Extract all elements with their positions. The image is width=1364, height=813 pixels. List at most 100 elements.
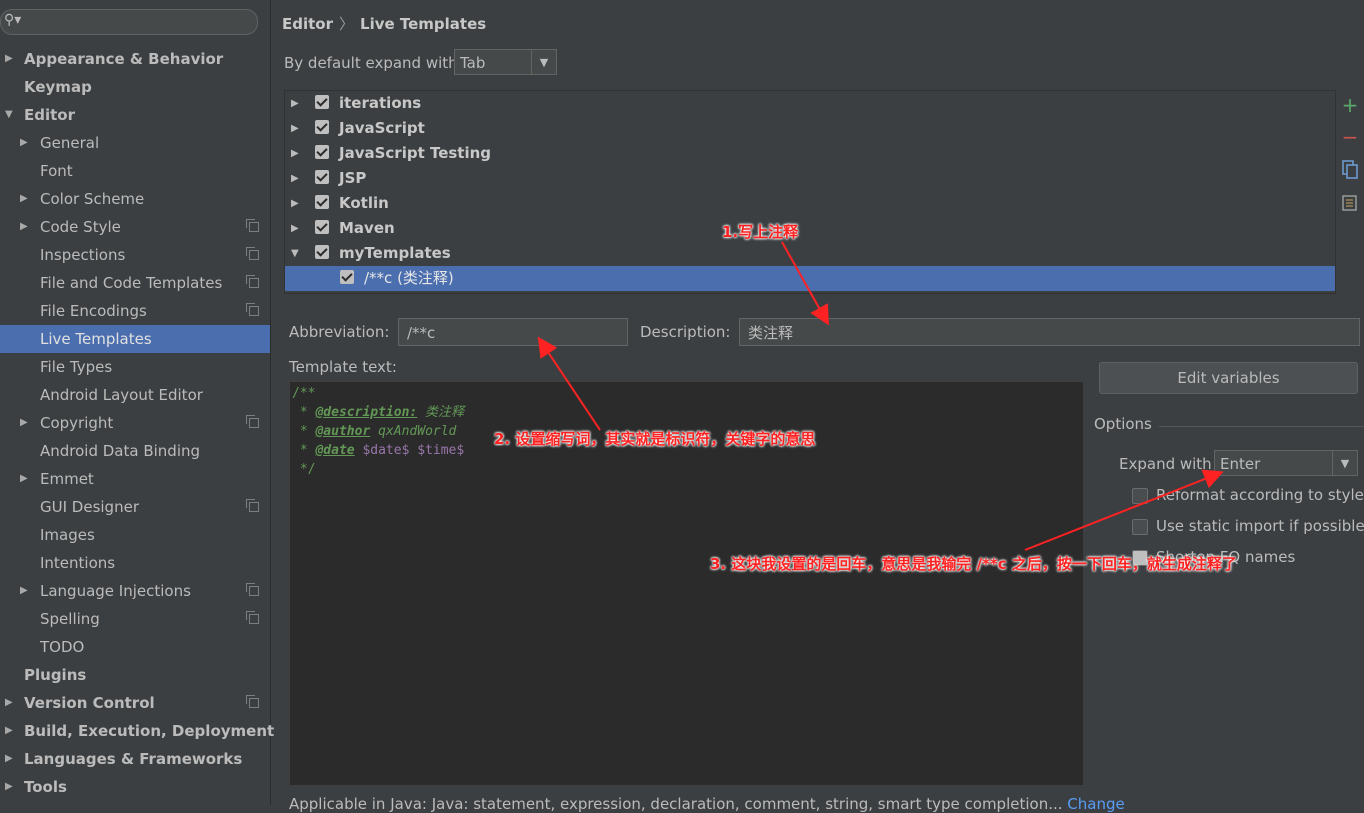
chevron-right-icon[interactable]: ▶ (5, 45, 13, 73)
change-link[interactable]: Change (1067, 795, 1124, 813)
sidebar-item[interactable]: ▶ Appearance & Behavior (0, 45, 270, 73)
sidebar-item[interactable]: Intentions (0, 549, 270, 577)
chevron-right-icon[interactable]: ▶ (5, 773, 13, 801)
code-line: */ (292, 460, 1081, 479)
chevron-down-icon[interactable]: ▼ (5, 101, 13, 129)
template-group-row[interactable]: ▶ Kotlin (285, 191, 1335, 216)
sidebar-item[interactable]: Inspections (0, 241, 270, 269)
sidebar-item[interactable]: File Encodings (0, 297, 270, 325)
sidebar-item[interactable]: ▶ Languages & Frameworks (0, 745, 270, 773)
sidebar-item-label: Live Templates (40, 330, 152, 348)
breadcrumb: Editor 〉 Live Templates (282, 13, 486, 34)
add-template-button[interactable]: + (1338, 93, 1362, 117)
description-input[interactable]: 类注释 (739, 318, 1360, 346)
chevron-right-icon[interactable]: ▶ (20, 409, 28, 437)
template-group-row[interactable]: ▶ JSP (285, 166, 1335, 191)
sidebar-item[interactable]: Live Templates (0, 325, 270, 353)
sidebar-item[interactable]: File Types (0, 353, 270, 381)
annotation-1: 1.写上注释 (722, 223, 799, 241)
sidebar-item-label: Language Injections (40, 582, 191, 600)
sidebar-item[interactable]: Plugins (0, 661, 270, 689)
chevron-right-icon[interactable]: ▶ (20, 185, 28, 213)
javadoc-tag: @author (315, 424, 371, 439)
template-group-row[interactable]: ▶ JavaScript Testing (285, 141, 1335, 166)
template-variable: $time$ (417, 443, 465, 458)
template-group-row[interactable]: ▼ myTemplates (285, 241, 1335, 266)
template-row-label: myTemplates (339, 244, 451, 262)
sidebar-item[interactable]: ▶ Build, Execution, Deployment (0, 717, 274, 745)
chevron-right-icon[interactable]: ▶ (5, 745, 13, 773)
sidebar-item[interactable]: ▶ General (0, 129, 270, 157)
sidebar-item[interactable]: Spelling (0, 605, 270, 633)
template-row[interactable]: /**c (类注释) (285, 266, 1335, 291)
templates-tree[interactable]: ▶ iterations ▶ JavaScript ▶ JavaScript Testin… (284, 90, 1336, 294)
expand-with-select[interactable]: Enter ▼ (1214, 450, 1358, 476)
edit-variables-button[interactable]: Edit variables (1099, 362, 1358, 394)
sidebar-item[interactable]: TODO (0, 633, 270, 661)
sidebar-item[interactable]: ▶ Code Style (0, 213, 270, 241)
chevron-right-icon[interactable]: ▶ (20, 577, 28, 605)
template-row-label: Maven (339, 219, 395, 237)
template-checkbox[interactable] (315, 220, 329, 234)
static-import-checkbox[interactable] (1132, 519, 1148, 535)
sidebar-item[interactable]: ▶ Emmet (0, 465, 270, 493)
static-import-label: Use static import if possible (1156, 517, 1364, 535)
breadcrumb-separator: 〉 (339, 15, 355, 33)
chevron-right-icon[interactable]: ▶ (291, 216, 299, 241)
remove-template-button[interactable]: − (1338, 125, 1362, 149)
sidebar-item[interactable]: File and Code Templates (0, 269, 270, 297)
template-checkbox[interactable] (315, 120, 329, 134)
chevron-right-icon[interactable]: ▶ (291, 141, 299, 166)
template-checkbox[interactable] (315, 145, 329, 159)
copy-template-button[interactable] (1338, 160, 1362, 185)
sidebar-item[interactable]: ▶ Version Control (0, 689, 270, 717)
sidebar-item[interactable]: ▶ Tools (0, 773, 270, 801)
chevron-right-icon[interactable]: ▶ (291, 191, 299, 216)
sidebar-item[interactable]: ▼ Editor (0, 101, 270, 129)
reformat-checkbox[interactable] (1132, 488, 1148, 504)
chevron-right-icon[interactable]: ▶ (291, 116, 299, 141)
annotation-3: 3. 这块我设置的是回车，意思是我输完 /**c 之后，按一下回车，就生成注释了 (710, 555, 1237, 573)
sidebar-item[interactable]: ▶ Color Scheme (0, 185, 270, 213)
chevron-down-icon[interactable]: ▼ (531, 50, 556, 74)
edit-template-button[interactable] (1338, 192, 1362, 216)
template-row-label: JavaScript Testing (339, 144, 492, 162)
chevron-right-icon[interactable]: ▶ (20, 465, 28, 493)
template-group-row[interactable]: ▶ iterations (285, 91, 1335, 116)
sidebar-item[interactable]: Font (0, 157, 270, 185)
template-checkbox[interactable] (340, 270, 354, 284)
search-input[interactable]: ⚲▾ (0, 9, 258, 35)
description-label: Description: (640, 323, 731, 341)
template-group-row[interactable]: ▶ Maven (285, 216, 1335, 241)
sidebar-item-label: Color Scheme (40, 190, 145, 208)
code-comment: */ (292, 462, 316, 477)
search-icon[interactable]: ⚲▾ (4, 12, 21, 28)
sidebar-item[interactable]: ▶ Copyright (0, 409, 270, 437)
tree-scrollbar[interactable] (1335, 256, 1336, 294)
main-panel: Editor 〉 Live Templates By default expand … (271, 0, 1364, 813)
sidebar-item-label: File Types (40, 358, 113, 376)
sidebar-item[interactable]: Android Data Binding (0, 437, 270, 465)
chevron-right-icon[interactable]: ▶ (20, 129, 28, 157)
chevron-right-icon[interactable]: ▶ (20, 213, 28, 241)
chevron-right-icon[interactable]: ▶ (291, 91, 299, 116)
sidebar-item[interactable]: Images (0, 521, 270, 549)
chevron-right-icon[interactable]: ▶ (5, 689, 13, 717)
chevron-down-icon[interactable]: ▼ (291, 241, 299, 266)
sidebar-item-label: Inspections (40, 246, 126, 264)
chevron-right-icon[interactable]: ▶ (291, 166, 299, 191)
abbreviation-input[interactable]: /**c (398, 318, 628, 346)
chevron-down-icon[interactable]: ▼ (1332, 451, 1357, 475)
template-checkbox[interactable] (315, 195, 329, 209)
template-checkbox[interactable] (315, 95, 329, 109)
template-checkbox[interactable] (315, 170, 329, 184)
template-group-row[interactable]: ▶ JavaScript (285, 116, 1335, 141)
default-expand-select[interactable]: Tab ▼ (454, 49, 557, 75)
template-checkbox[interactable] (315, 245, 329, 259)
sidebar-item[interactable]: Keymap (0, 73, 270, 101)
sidebar-item[interactable]: Android Layout Editor (0, 381, 270, 409)
template-text-label: Template text: (289, 358, 397, 376)
sidebar-item[interactable]: GUI Designer (0, 493, 270, 521)
sidebar-item[interactable]: ▶ Language Injections (0, 577, 270, 605)
chevron-right-icon[interactable]: ▶ (5, 717, 13, 745)
